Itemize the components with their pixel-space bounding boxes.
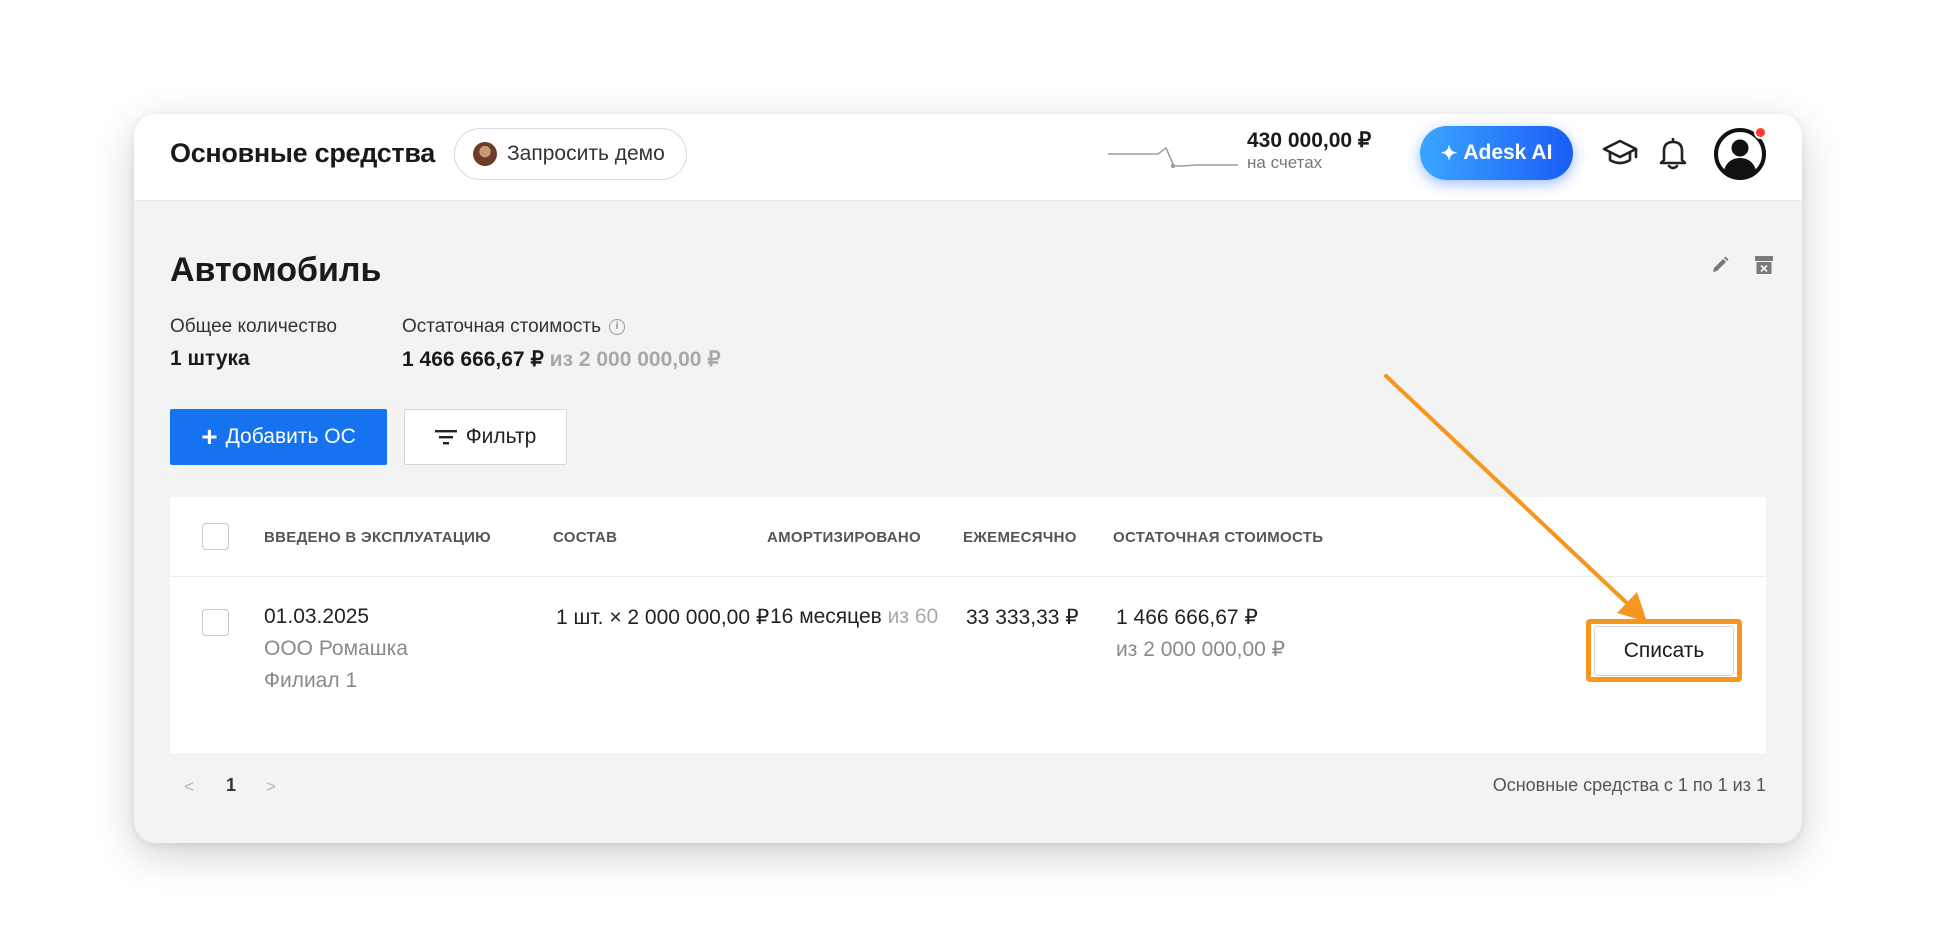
manager-avatar (473, 142, 497, 166)
select-all-checkbox[interactable] (202, 523, 229, 550)
residual-value-label-text: Остаточная стоимость (402, 316, 601, 337)
pagination-prev-button[interactable]: < (184, 777, 194, 797)
ai-assistant-button[interactable]: ✦ Adesk AI (1420, 126, 1573, 180)
write-off-button[interactable]: Списать (1594, 626, 1734, 676)
assets-table: ВВЕДЕНО В ЭКСПЛУАТАЦИЮ СОСТАВ АМОРТИЗИРО… (170, 497, 1766, 753)
filter-icon (434, 430, 457, 445)
amortized-total: из 60 (887, 605, 939, 628)
pagination-page[interactable]: 1 (226, 775, 236, 796)
column-residual[interactable]: ОСТАТОЧНАЯ СТОИМОСТЬ (1113, 529, 1323, 546)
info-icon[interactable]: i (608, 319, 625, 335)
balance-label: на счетах (1247, 153, 1323, 172)
graduation-cap-icon[interactable] (1601, 136, 1639, 170)
company-name: ООО Ромашка (264, 637, 408, 660)
ai-button-label: Adesk AI (1463, 141, 1553, 164)
amortized-value: 16 месяцев из 60 (770, 605, 938, 629)
column-amortized[interactable]: АМОРТИЗИРОВАНО (767, 529, 921, 546)
pagination-next-button[interactable]: > (266, 777, 276, 797)
top-bar: Основные средства Запросить демо 430 000… (134, 114, 1802, 201)
residual-value-label: Остаточная стоимость i (402, 316, 625, 338)
table-header: ВВЕДЕНО В ЭКСПЛУАТАЦИЮ СОСТАВ АМОРТИЗИРО… (170, 497, 1766, 577)
archive-icon[interactable] (1753, 254, 1775, 276)
plus-icon: + (201, 421, 218, 452)
column-monthly[interactable]: ЕЖЕМЕСЯЧНО (963, 529, 1077, 546)
bell-icon[interactable] (1657, 134, 1689, 172)
balance-amount[interactable]: 430 000,00 ₽ (1247, 128, 1371, 153)
filter-label: Фильтр (465, 425, 537, 448)
commission-date: 01.03.2025 (264, 605, 370, 628)
row-residual-value: 1 466 666,67 ₽ (1116, 606, 1258, 629)
balance-sparkline (1108, 146, 1238, 169)
request-demo-label: Запросить демо (507, 142, 665, 165)
pagination-summary: Основные средства с 1 по 1 из 1 (1492, 775, 1766, 795)
notification-dot (1754, 126, 1767, 139)
branch-name: Филиал 1 (264, 669, 358, 692)
composition-value: 1 шт. × 2 000 000,00 ₽ (556, 606, 770, 629)
residual-total: из 2 000 000,00 ₽ (549, 348, 721, 371)
residual-amount: 1 466 666,67 ₽ (402, 348, 544, 371)
edit-icon[interactable] (1709, 254, 1731, 276)
column-commissioned[interactable]: ВВЕДЕНО В ЭКСПЛУАТАЦИЮ (264, 529, 491, 546)
add-asset-label: Добавить ОС (225, 425, 356, 448)
quantity-label: Общее количество (170, 316, 337, 337)
asset-title: Автомобиль (170, 251, 382, 289)
quantity-value: 1 штука (170, 347, 250, 370)
residual-value: 1 466 666,67 ₽ из 2 000 000,00 ₽ (402, 347, 721, 372)
add-asset-button[interactable]: + Добавить ОС (170, 409, 387, 465)
row-residual-total: из 2 000 000,00 ₽ (1116, 638, 1286, 661)
request-demo-button[interactable]: Запросить демо (454, 128, 687, 180)
monthly-value: 33 333,33 ₽ (966, 606, 1079, 629)
amortized-months: 16 месяцев (770, 605, 882, 628)
row-checkbox[interactable] (202, 609, 229, 636)
app-title: Основные средства (170, 138, 436, 168)
column-composition[interactable]: СОСТАВ (553, 529, 617, 546)
app-window: Основные средства Запросить демо 430 000… (134, 114, 1802, 843)
sparkle-icon: ✦ (1440, 142, 1458, 165)
filter-button[interactable]: Фильтр (404, 409, 567, 465)
